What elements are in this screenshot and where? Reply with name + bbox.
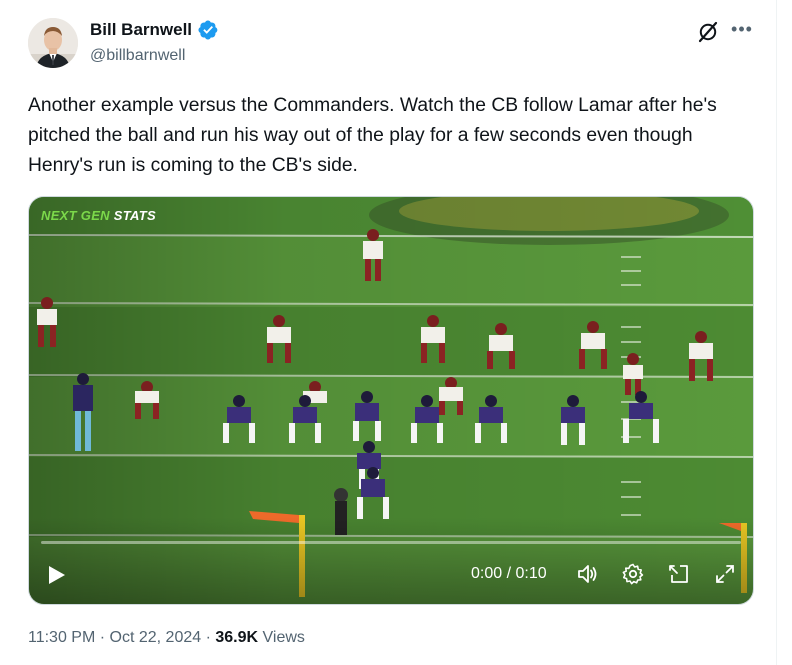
tweet-date[interactable]: Oct 22, 2024 <box>110 629 202 647</box>
picture-in-picture-icon[interactable] <box>667 562 691 586</box>
author-display-name[interactable]: Bill Barnwell <box>90 20 192 40</box>
verified-badge-icon[interactable] <box>198 20 218 40</box>
volume-icon[interactable] <box>575 562 599 586</box>
meta-separator: · <box>95 629 110 646</box>
next-gen-stats-watermark: NEXT GEN STATS <box>41 208 156 223</box>
avatar[interactable] <box>28 18 78 68</box>
video-time: 0:00 / 0:10 <box>471 565 547 582</box>
video-controls: 0:00 / 0:10 <box>29 544 753 604</box>
views-count[interactable]: 36.9K <box>215 629 258 647</box>
meta-separator: · <box>201 629 216 646</box>
tweet-card: Bill Barnwell @billbarnwell ••• Another … <box>0 0 777 665</box>
play-icon[interactable] <box>47 564 67 586</box>
video-player[interactable]: NEXT GEN STATS 0:00 / 0:10 <box>28 196 754 605</box>
tweet-time[interactable]: 11:30 PM <box>28 629 95 647</box>
fullscreen-icon[interactable] <box>713 562 737 586</box>
watermark-stats: STATS <box>113 208 156 223</box>
views-label: Views <box>258 629 305 646</box>
grok-icon[interactable] <box>696 20 720 44</box>
tweet-text: Another example versus the Commanders. W… <box>28 95 717 176</box>
watermark-next-gen: NEXT GEN <box>41 208 110 223</box>
settings-gear-icon[interactable] <box>621 562 645 586</box>
avatar-image <box>28 18 78 68</box>
more-options-button[interactable]: ••• <box>730 20 754 44</box>
author-handle[interactable]: @billbarnwell <box>90 47 185 65</box>
author-name-row[interactable]: Bill Barnwell <box>90 20 218 40</box>
tweet-meta: 11:30 PM · Oct 22, 2024 · 36.9K Views <box>28 629 305 647</box>
